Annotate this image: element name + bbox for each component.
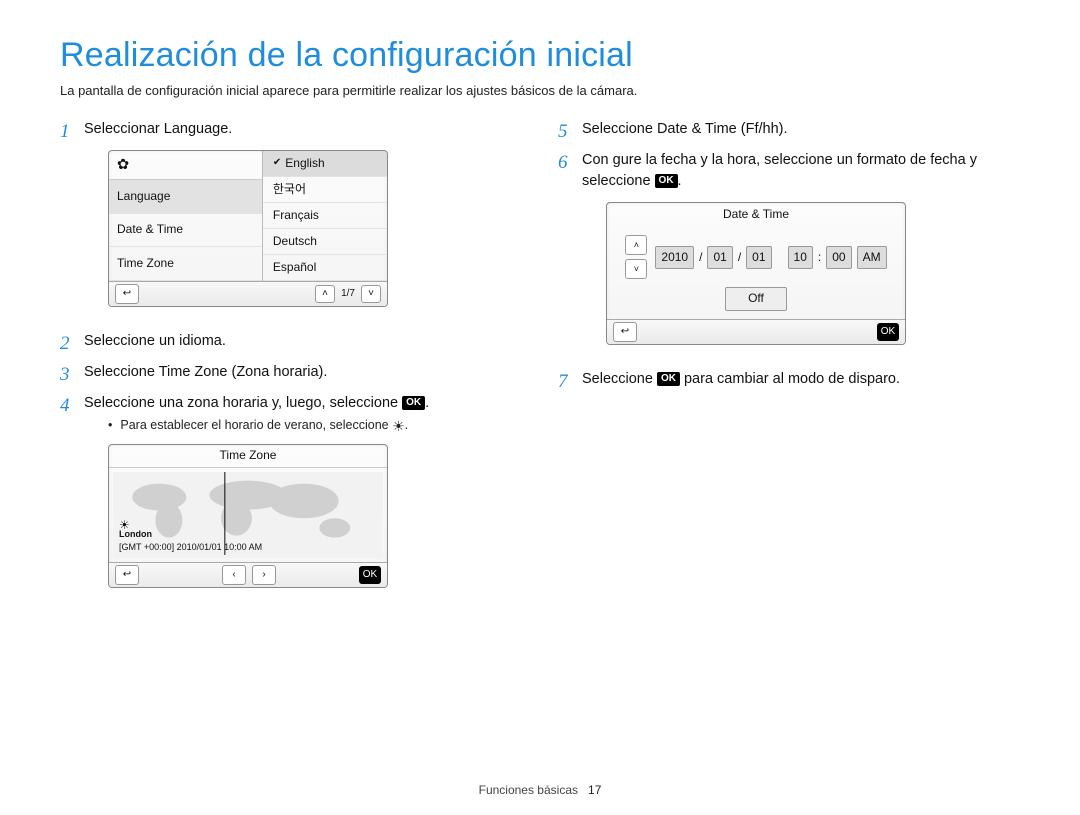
dt-up-button[interactable]: ˄ — [625, 235, 647, 255]
step-4-substep: • Para establecer el horario de verano, … — [108, 416, 522, 434]
step-3: Seleccione Time Zone (Zona horaria). — [60, 357, 522, 388]
two-columns: Seleccionar Language. ✿ Language Date & … — [60, 114, 1020, 607]
steps-left: Seleccionar Language. ✿ Language Date & … — [60, 114, 522, 607]
step-4-text-pre: Seleccione una zona horaria y, luego, se… — [84, 395, 402, 411]
gear-icon: ✿ — [117, 158, 129, 173]
left-column: Seleccionar Language. ✿ Language Date & … — [60, 114, 522, 607]
world-map: ☀ London [GMT +00:00] 2010/01/01 10:00 A… — [113, 472, 383, 558]
step-5: Seleccione Date & Time (Ff/hh). — [558, 114, 1020, 145]
timezone-info: London [GMT +00:00] 2010/01/01 10:00 AM — [119, 528, 262, 554]
dt-day[interactable]: 01 — [746, 246, 771, 269]
right-column: Seleccione Date & Time (Ff/hh). Con gure… — [558, 114, 1020, 607]
dt-ok-button[interactable]: OK — [877, 323, 899, 341]
dt-values: 2010 / 01 / 01 10 : 00 AM — [655, 246, 886, 269]
page-down[interactable]: ˅ — [361, 285, 381, 303]
step-6-text-pre: Con gure la fecha y la hora, seleccione … — [582, 152, 977, 189]
back-button[interactable]: ↩ — [115, 284, 139, 304]
dt-back-button[interactable]: ↩ — [613, 322, 637, 342]
language-screen: ✿ Language Date & Time Time Zone English… — [108, 150, 388, 307]
page-footer: Funciones básicas 17 — [0, 783, 1080, 797]
dt-title: Date & Time — [607, 203, 905, 227]
tz-next-button[interactable]: › — [252, 565, 276, 585]
pager: ˄ 1/7 ˅ — [315, 285, 381, 303]
dt-minute[interactable]: 00 — [826, 246, 851, 269]
steps-right: Seleccione Date & Time (Ff/hh). Con gure… — [558, 114, 1020, 395]
settings-menu: Language Date & Time Time Zone — [109, 180, 262, 281]
lang-option-english[interactable]: English — [263, 151, 387, 177]
datetime-screen: Date & Time ˄ ˅ 2010 / 01 — [606, 202, 906, 345]
step-4: Seleccione una zona horaria y, luego, se… — [60, 388, 522, 607]
language-options: English 한국어 Français Deutsch Español — [263, 151, 387, 281]
tz-city: London — [119, 528, 262, 541]
step-2-text: Seleccione un idioma. — [84, 333, 226, 349]
timezone-title: Time Zone — [109, 445, 387, 468]
dt-year[interactable]: 2010 — [655, 246, 694, 269]
lang-option-spanish[interactable]: Español — [263, 255, 387, 281]
tz-back-button[interactable]: ↩ — [115, 565, 139, 585]
tz-prev-button[interactable]: ‹ — [222, 565, 246, 585]
lang-option-german[interactable]: Deutsch — [263, 229, 387, 255]
dt-format-off[interactable]: Off — [725, 287, 787, 310]
timezone-screen: Time Zone — [108, 444, 388, 588]
menu-item-language[interactable]: Language — [109, 180, 262, 214]
bullet-icon: • — [108, 416, 112, 434]
step-7-text-pre: Seleccione — [582, 371, 657, 387]
sun-icon: ☀ — [392, 419, 405, 433]
dt-down-button[interactable]: ˅ — [625, 259, 647, 279]
ok-inline-icon: OK — [655, 174, 678, 188]
step-7-text-post: para cambiar al modo de disparo. — [680, 371, 900, 387]
tz-ok-button[interactable]: OK — [359, 566, 381, 584]
step-4-sub-pre: Para establecer el horario de verano, se… — [120, 418, 392, 432]
page-up[interactable]: ˄ — [315, 285, 335, 303]
page-title: Realización de la configuración inicial — [60, 36, 1020, 75]
step-6-text-post: . — [678, 173, 682, 189]
lang-option-french[interactable]: Français — [263, 203, 387, 229]
step-4-text-post: . — [425, 395, 429, 411]
lang-option-korean[interactable]: 한국어 — [263, 177, 387, 203]
dt-month[interactable]: 01 — [707, 246, 732, 269]
step-7: Seleccione OK para cambiar al modo de di… — [558, 364, 1020, 395]
footer-section: Funciones básicas — [479, 783, 578, 797]
dt-ampm[interactable]: AM — [857, 246, 887, 269]
menu-item-timezone[interactable]: Time Zone — [109, 247, 262, 281]
menu-item-datetime[interactable]: Date & Time — [109, 214, 262, 248]
step-2: Seleccione un idioma. — [60, 326, 522, 357]
dt-sep: : — [818, 249, 821, 266]
step-1-text: Seleccionar Language. — [84, 121, 232, 137]
ok-inline-icon: OK — [402, 396, 425, 410]
page-indicator: 1/7 — [341, 287, 355, 302]
dt-sep: / — [699, 249, 702, 266]
dt-hour[interactable]: 10 — [788, 246, 813, 269]
page-intro: La pantalla de configuración inicial apa… — [60, 83, 1020, 98]
step-3-text: Seleccione Time Zone (Zona horaria). — [84, 364, 327, 380]
step-6: Con gure la fecha y la hora, seleccione … — [558, 145, 1020, 364]
step-1: Seleccionar Language. ✿ Language Date & … — [60, 114, 522, 326]
manual-page: Realización de la configuración inicial … — [0, 0, 1080, 815]
ok-inline-icon: OK — [657, 372, 680, 386]
tz-gmt: [GMT +00:00] 2010/01/01 10:00 AM — [119, 541, 262, 554]
step-4-sub-post: . — [405, 418, 408, 432]
step-5-text: Seleccione Date & Time (Ff/hh). — [582, 121, 788, 137]
footer-page-number: 17 — [588, 783, 601, 797]
dt-sep: / — [738, 249, 741, 266]
